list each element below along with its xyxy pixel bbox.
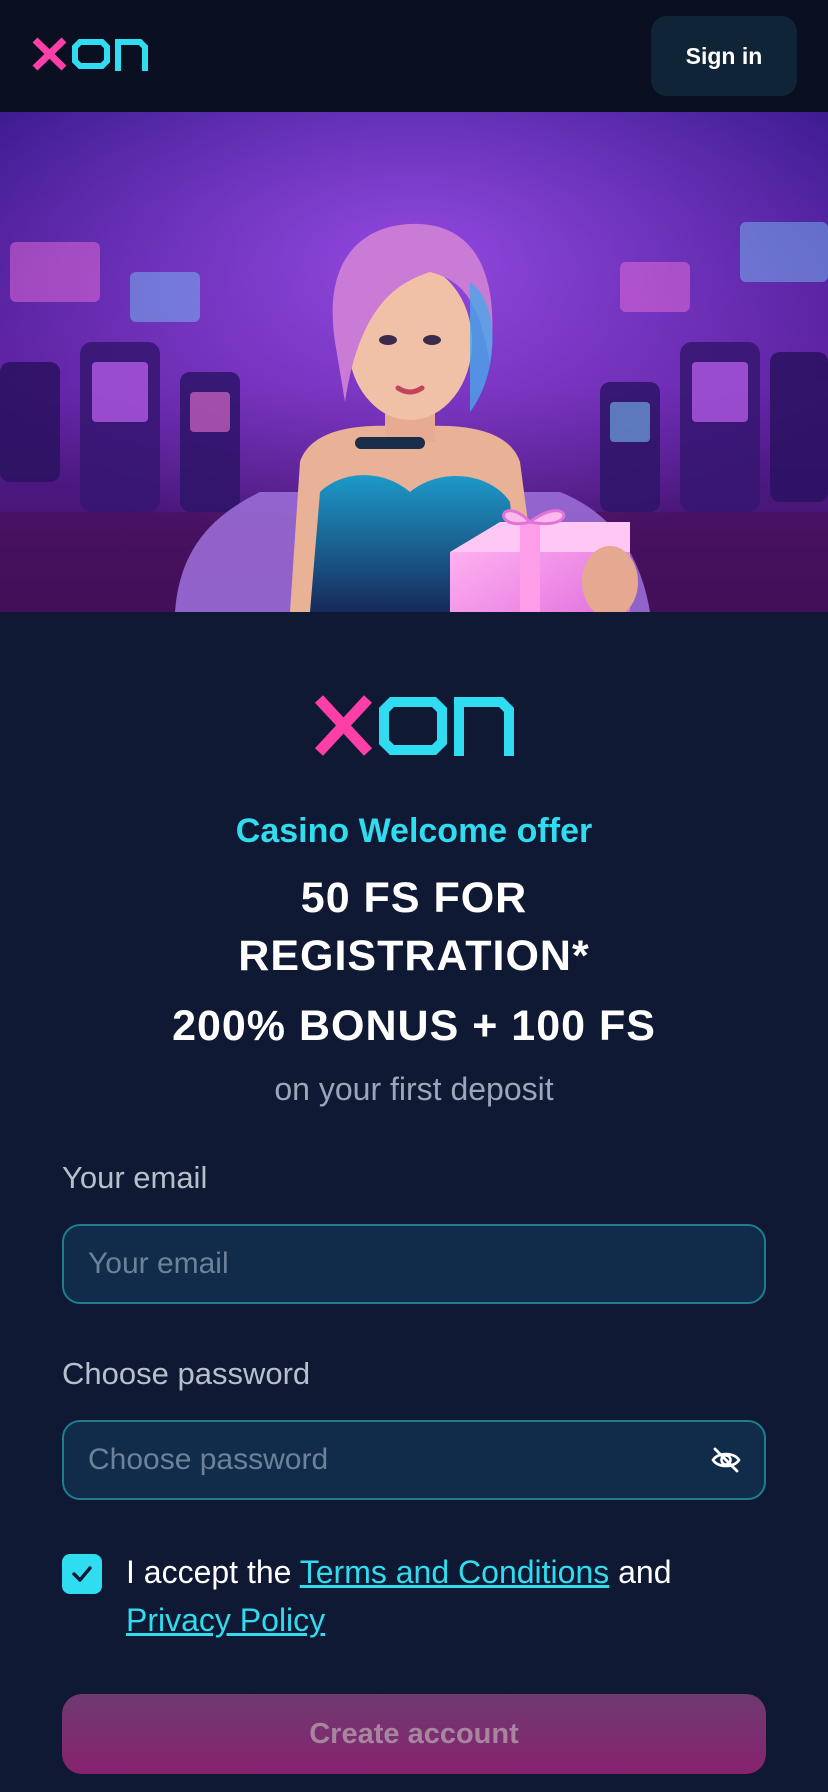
password-field[interactable] <box>62 1420 766 1500</box>
deposit-subtitle: on your first deposit <box>274 1071 554 1107</box>
terms-link[interactable]: Terms and Conditions <box>300 1554 609 1590</box>
terms-checkbox[interactable] <box>62 1554 102 1594</box>
top-bar: Sign in <box>0 0 828 112</box>
terms-text: I accept the Terms and Conditions and Pr… <box>126 1548 672 1644</box>
eye-off-icon[interactable] <box>710 1444 742 1476</box>
terms-row: I accept the Terms and Conditions and Pr… <box>62 1548 766 1644</box>
terms-prefix: I accept the <box>126 1554 292 1590</box>
signup-panel: Casino Welcome offer 50 FS FOR REGISTRAT… <box>0 694 828 1774</box>
check-icon <box>72 1566 92 1582</box>
sign-in-button[interactable]: Sign in <box>651 16 797 96</box>
email-label: Your email <box>62 1160 208 1195</box>
password-label: Choose password <box>62 1356 311 1391</box>
welcome-offer-title: Casino Welcome offer <box>235 812 593 850</box>
terms-mid: and <box>618 1554 672 1590</box>
privacy-link[interactable]: Privacy Policy <box>126 1602 325 1638</box>
email-field[interactable] <box>62 1224 766 1304</box>
create-account-button[interactable]: Create account <box>62 1694 766 1774</box>
registration-bonus-headline: 50 FS FOR REGISTRATION* <box>238 874 590 980</box>
signup-form: Your email Choose password I acc <box>0 1160 828 1774</box>
brand-logo <box>0 694 828 760</box>
header-logo[interactable] <box>32 34 150 79</box>
deposit-bonus-headline: 200% BONUS + 100 FS <box>172 1002 656 1050</box>
hero-banner <box>0 112 828 612</box>
